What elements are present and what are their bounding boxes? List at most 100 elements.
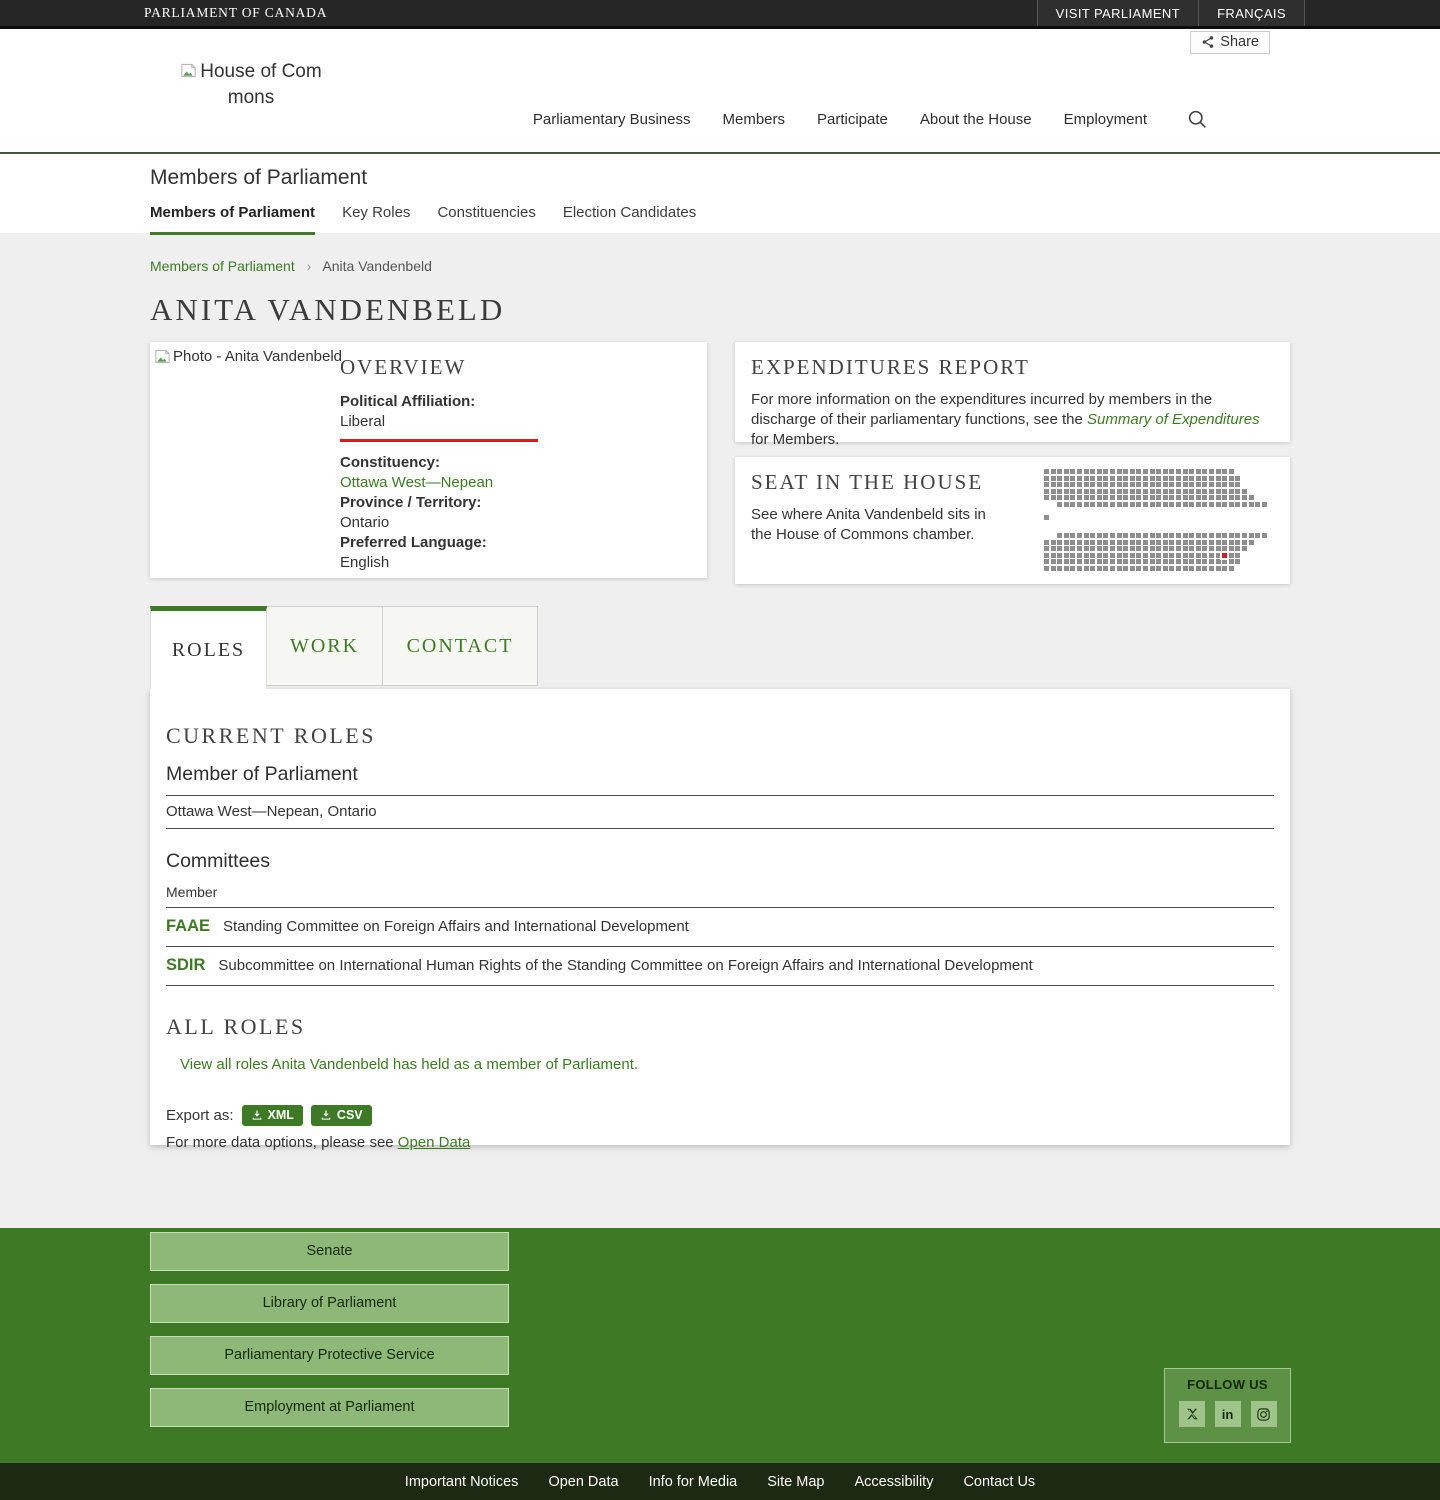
view-all-roles-link[interactable]: View all roles Anita Vandenbeld has held… [180,1056,638,1073]
seat [1150,533,1155,538]
seat [1229,533,1234,538]
employment-at-parliament-button[interactable]: Employment at Parliament [150,1388,509,1427]
seat [1196,469,1201,474]
seat [1064,502,1069,507]
divider [166,985,1274,986]
breadcrumb-current: Anita Vandenbeld [322,258,432,274]
seat [1163,533,1168,538]
tab-members-of-parliament[interactable]: Members of Parliament [150,204,315,235]
seat [1123,533,1128,538]
open-data-link[interactable]: Open Data [398,1134,471,1151]
linkedin-button[interactable]: in [1215,1401,1241,1427]
committees-heading: Committees [166,850,1274,873]
top-bar: PARLIAMENT OF CANADA VISIT PARLIAMENT FR… [0,0,1440,29]
seat [1110,469,1115,474]
seat [1044,546,1049,551]
seat [1130,540,1135,545]
seat [1163,482,1168,487]
seat [1044,553,1049,558]
summary-of-expenditures-link[interactable]: Summary of Expenditures [1087,411,1260,428]
constituency-link[interactable]: Ottawa West—Nepean [340,473,691,493]
nav-members[interactable]: Members [722,111,785,128]
seat [1242,540,1247,545]
seat [1202,469,1207,474]
tab-constituencies[interactable]: Constituencies [437,204,535,235]
seat [1169,495,1174,500]
export-csv-button[interactable]: CSV [311,1105,372,1126]
seat [1235,533,1240,538]
search-button[interactable] [1187,109,1208,130]
seat [1163,495,1168,500]
section-tabs: Members of Parliament Key Roles Constitu… [150,204,1440,235]
breadcrumb-members-link[interactable]: Members of Parliament [150,258,295,274]
committee-code-faae[interactable]: FAAE [166,917,210,936]
library-of-parliament-button[interactable]: Library of Parliament [150,1284,509,1323]
nav-employment[interactable]: Employment [1064,111,1147,128]
seat [1090,540,1095,545]
nav-about-the-house[interactable]: About the House [920,111,1032,128]
senate-button[interactable]: Senate [150,1232,509,1271]
broken-image-icon [154,348,171,365]
seat [1057,495,1062,500]
committee-code-sdir[interactable]: SDIR [166,956,205,975]
seat [1196,533,1201,538]
seat [1057,566,1062,571]
seat [1044,476,1049,481]
seat [1117,540,1122,545]
seat [1044,540,1049,545]
important-notices-link[interactable]: Important Notices [405,1474,519,1490]
seat [1070,476,1075,481]
seat [1183,540,1188,545]
seat [1090,546,1095,551]
seat [1090,469,1095,474]
seat [1070,566,1075,571]
seat [1156,566,1161,571]
seat [1103,559,1108,564]
tab-roles[interactable]: ROLES [150,606,267,689]
seat [1090,533,1095,538]
seat [1077,559,1082,564]
instagram-button[interactable] [1251,1401,1277,1427]
seat [1097,533,1102,538]
tab-election-candidates[interactable]: Election Candidates [563,204,696,235]
seat [1216,540,1221,545]
seat [1196,489,1201,494]
summary-cards-row: Photo - Anita Vandenbeld OVERVIEW Politi… [150,342,1290,584]
seat [1143,476,1148,481]
seat [1196,559,1201,564]
info-for-media-link[interactable]: Info for Media [649,1474,738,1490]
export-xml-button[interactable]: XML [242,1105,303,1126]
tab-contact[interactable]: CONTACT [383,606,538,686]
seat [1156,482,1161,487]
parliament-brand[interactable]: PARLIAMENT OF CANADA [144,5,327,21]
main-navigation: Parliamentary Business Members Participa… [533,109,1208,130]
contact-us-link[interactable]: Contact Us [963,1474,1035,1490]
seat [1235,495,1240,500]
nav-parliamentary-business[interactable]: Parliamentary Business [533,111,691,128]
seat [1090,566,1095,571]
seat [1229,489,1234,494]
seat [1196,495,1201,500]
nav-participate[interactable]: Participate [817,111,888,128]
x-twitter-button[interactable] [1179,1401,1205,1427]
share-button[interactable]: Share [1190,31,1270,54]
site-map-link[interactable]: Site Map [767,1474,824,1490]
seat [1117,482,1122,487]
seat [1103,566,1108,571]
seat [1097,476,1102,481]
visit-parliament-link[interactable]: VISIT PARLIAMENT [1037,0,1198,26]
seat [1235,502,1240,507]
seat [1196,546,1201,551]
language-toggle-link[interactable]: FRANÇAIS [1198,0,1305,26]
tab-key-roles[interactable]: Key Roles [342,204,410,235]
seat [1216,559,1221,564]
tab-work[interactable]: WORK [267,606,383,686]
seat [1183,482,1188,487]
house-of-commons-logo[interactable]: House of Commons [178,59,324,111]
parliamentary-protective-service-button[interactable]: Parliamentary Protective Service [150,1336,509,1375]
seat [1044,469,1049,474]
expenditures-card: EXPENDITURES REPORT For more information… [735,342,1290,442]
open-data-footer-link[interactable]: Open Data [548,1474,618,1490]
seat [1235,546,1240,551]
accessibility-link[interactable]: Accessibility [854,1474,933,1490]
